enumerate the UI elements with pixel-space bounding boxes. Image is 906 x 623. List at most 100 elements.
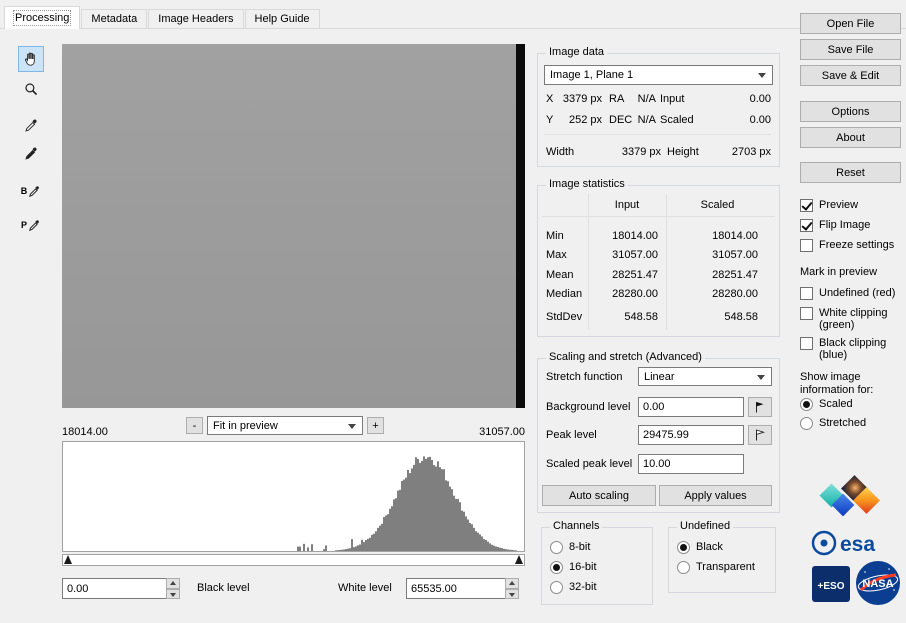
open-file-button[interactable]: Open File [800, 13, 901, 34]
checkbox-label: Black clipping (blue) [819, 337, 887, 361]
radio-icon[interactable] [550, 561, 563, 574]
reset-button[interactable]: Reset [800, 162, 901, 183]
spin-up-icon[interactable] [505, 578, 519, 589]
radio-16bit[interactable]: 16-bit [550, 561, 597, 574]
zoom-out-button[interactable]: - [186, 417, 203, 434]
stats-col-scaled: Scaled [700, 199, 735, 211]
radio-icon[interactable] [550, 541, 563, 554]
stat-row-label: Max [546, 249, 567, 261]
image-edge-column [516, 44, 525, 408]
tab-image-headers[interactable]: Image Headers [148, 9, 244, 28]
radio-undefined-black[interactable]: Black [677, 541, 723, 554]
stat-row-label: Mean [546, 269, 574, 281]
stat-input-value: 28280.00 [612, 288, 658, 300]
radio-undefined-transparent[interactable]: Transparent [677, 561, 755, 574]
radio-icon[interactable] [677, 541, 690, 554]
zoom-in-button[interactable]: + [367, 417, 384, 434]
eyedropper-icon [29, 185, 40, 197]
stat-input-value: 28251.47 [612, 269, 658, 281]
checkbox-icon[interactable] [800, 199, 813, 212]
tab-metadata[interactable]: Metadata [81, 9, 148, 28]
radio-label: 8-bit [569, 541, 591, 553]
magnifier-icon [24, 82, 37, 95]
white-clipping-checkbox[interactable]: White clipping (green) [800, 307, 900, 331]
plane-select[interactable]: Image 1, Plane 1 [544, 65, 773, 85]
fits-liberator-window: Processing Metadata Image Headers Help G… [0, 0, 906, 623]
table-divider [666, 194, 667, 330]
peak-picker-button[interactable] [748, 425, 772, 445]
spin-up-icon[interactable] [166, 578, 180, 589]
apply-values-button[interactable]: Apply values [659, 485, 772, 506]
checkbox-icon[interactable] [800, 337, 813, 350]
tab-processing[interactable]: Processing [4, 6, 81, 29]
width-label: Width [546, 146, 575, 158]
black-clipping-checkbox[interactable]: Black clipping (blue) [800, 337, 900, 361]
eso-logo-icon: +ESO [812, 566, 850, 602]
spin-down-icon[interactable] [166, 588, 180, 599]
undefined-red-checkbox[interactable]: Undefined (red) [800, 287, 895, 300]
tab-label: Metadata [91, 13, 138, 25]
height-label: Height [667, 146, 699, 158]
stretch-function-select[interactable]: Linear [638, 367, 772, 386]
scaling-title: Scaling and stretch (Advanced) [546, 351, 705, 364]
radio-32bit[interactable]: 32-bit [550, 581, 597, 594]
radio-icon[interactable] [800, 398, 813, 411]
about-label: About [836, 131, 865, 144]
radio-8bit[interactable]: 8-bit [550, 541, 590, 554]
hand-tool[interactable] [18, 46, 44, 72]
stat-scaled-value: 31057.00 [712, 249, 758, 261]
radio-icon[interactable] [550, 581, 563, 594]
auto-scaling-button[interactable]: Auto scaling [542, 485, 656, 506]
peak-level-picker-tool[interactable]: P [18, 212, 44, 238]
spin-down-icon[interactable] [505, 588, 519, 599]
radio-stretched[interactable]: Stretched [800, 417, 866, 430]
radio-label: Transparent [696, 561, 755, 573]
peak-level-input[interactable] [638, 425, 744, 445]
plane-value: Image 1, Plane 1 [550, 69, 634, 81]
black-level-slider-handle[interactable] [64, 555, 72, 564]
scaled-peak-level-input[interactable] [638, 454, 744, 474]
apply-values-label: Apply values [684, 489, 747, 502]
flip-image-checkbox[interactable]: Flip Image [800, 219, 870, 232]
white-level-slider-handle[interactable] [515, 555, 523, 564]
background-level-picker-tool[interactable]: B [18, 178, 44, 204]
save-file-button[interactable]: Save File [800, 39, 901, 60]
about-button[interactable]: About [800, 127, 901, 148]
radio-icon[interactable] [800, 417, 813, 430]
checkbox-icon[interactable] [800, 239, 813, 252]
stat-row-label: Median [546, 288, 583, 300]
white-level-input[interactable] [406, 578, 506, 599]
zoom-tool[interactable] [18, 76, 44, 102]
checkbox-label: Preview [819, 199, 859, 211]
reset-label: Reset [836, 166, 865, 179]
radio-scaled[interactable]: Scaled [800, 398, 853, 411]
radio-icon[interactable] [677, 561, 690, 574]
stat-input-value: 548.58 [624, 311, 658, 323]
tab-help-guide[interactable]: Help Guide [244, 9, 320, 28]
image-data-title: Image data [546, 46, 608, 59]
divider [544, 134, 771, 135]
histogram-plot[interactable] [62, 441, 525, 552]
options-button[interactable]: Options [800, 101, 901, 122]
freeze-settings-checkbox[interactable]: Freeze settings [800, 239, 894, 252]
background-level-input[interactable] [638, 397, 744, 417]
white-level-spinner[interactable] [505, 578, 519, 599]
checkbox-icon[interactable] [800, 219, 813, 232]
image-preview[interactable] [62, 44, 525, 408]
nasa-logo: NASA [855, 560, 901, 609]
black-level-picker-tool[interactable] [18, 140, 44, 166]
checkbox-icon[interactable] [800, 307, 813, 320]
white-level-picker-tool[interactable] [18, 112, 44, 138]
eso-logo-text: +ESO [818, 581, 845, 592]
black-level-input[interactable] [62, 578, 167, 599]
black-level-label: Black level [197, 582, 250, 594]
preview-checkbox[interactable]: Preview [800, 199, 858, 212]
esa-logo-icon: esa [811, 530, 875, 556]
black-level-spinner[interactable] [166, 578, 180, 599]
esa-logo-text: esa [840, 533, 875, 556]
level-slider-track[interactable] [62, 554, 525, 566]
checkbox-icon[interactable] [800, 287, 813, 300]
background-picker-button[interactable] [748, 397, 772, 417]
zoom-mode-select[interactable]: Fit in preview [207, 416, 363, 435]
save-edit-button[interactable]: Save & Edit [800, 65, 901, 86]
